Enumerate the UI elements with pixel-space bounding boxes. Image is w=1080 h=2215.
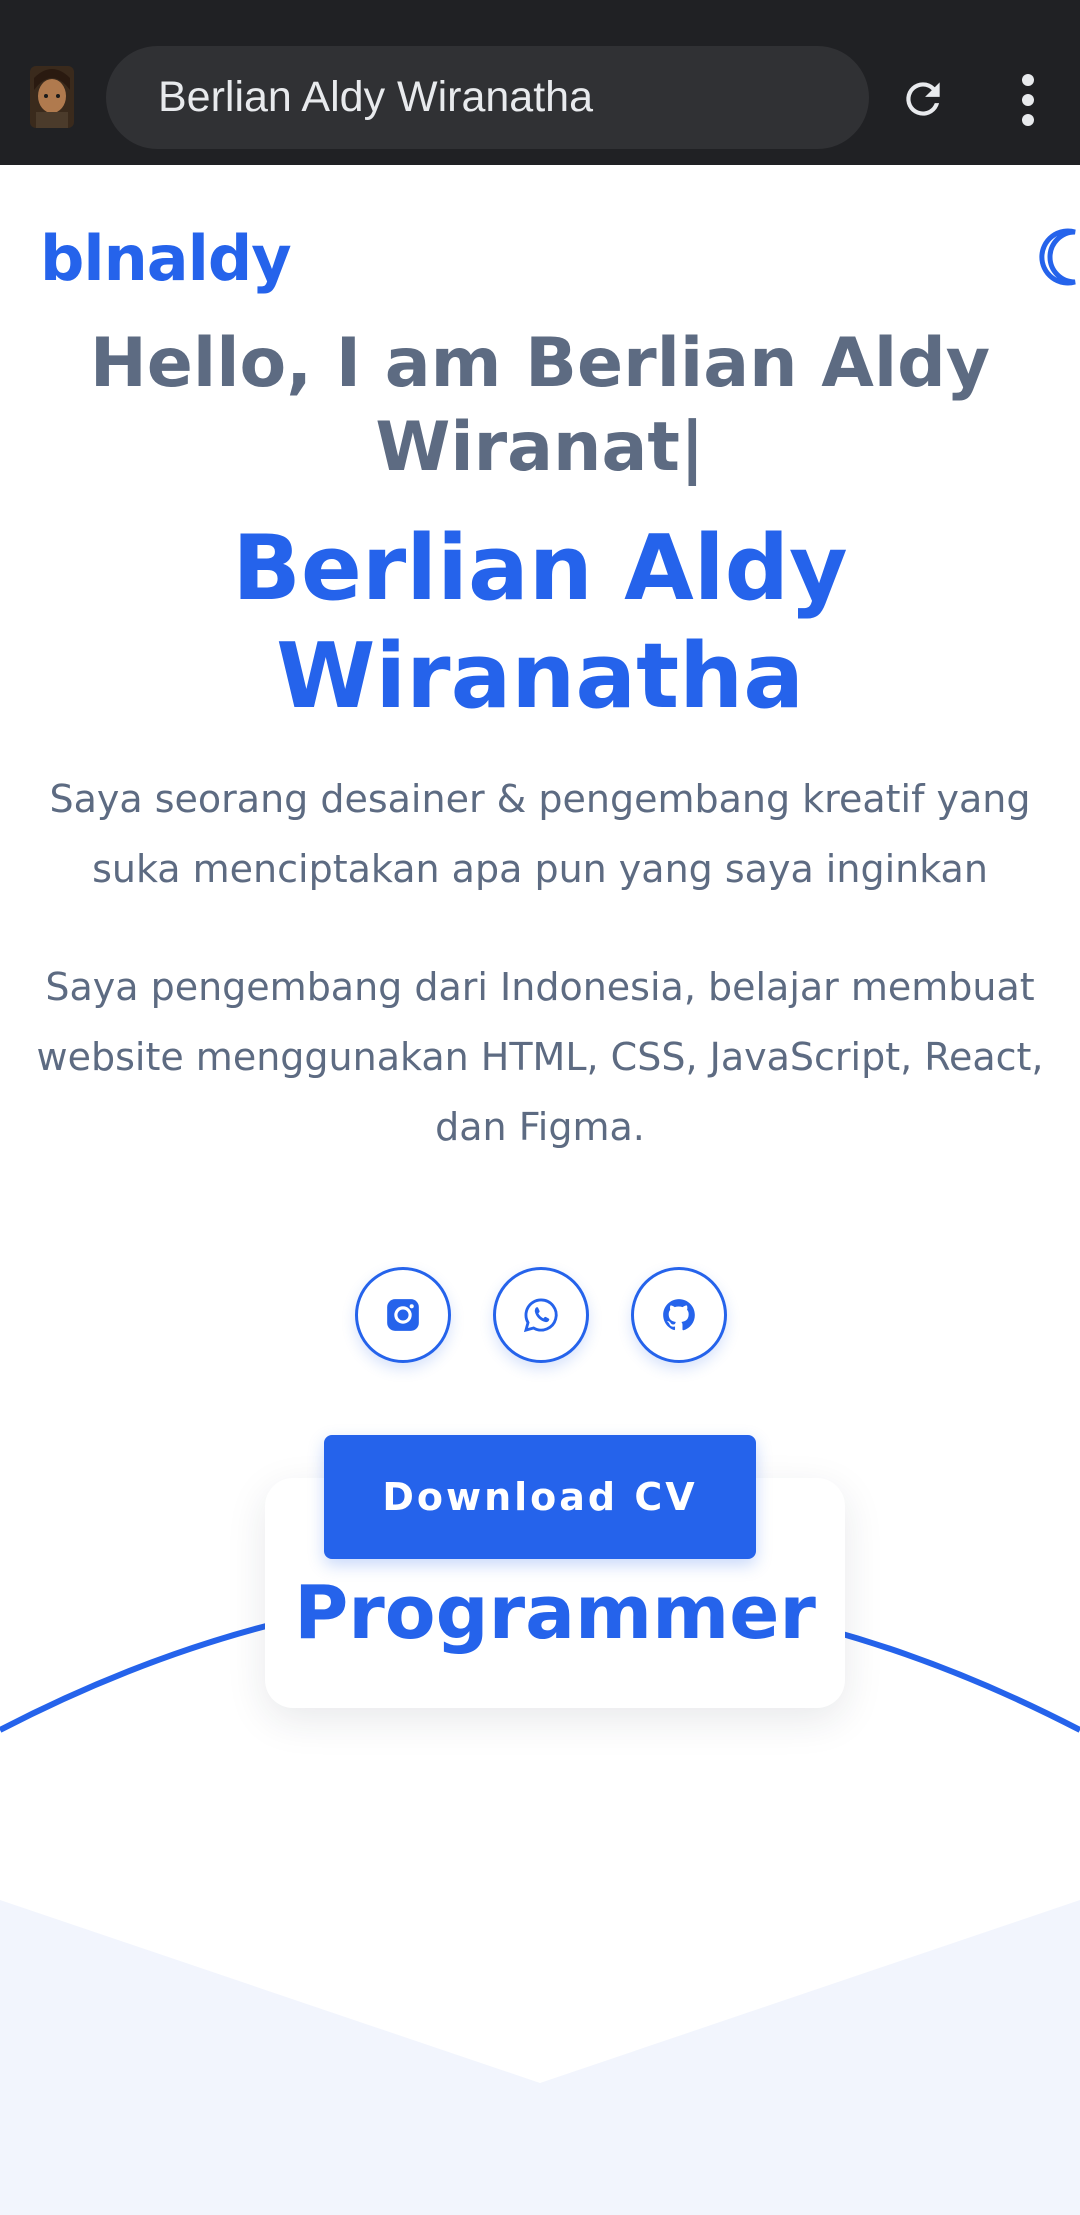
reload-icon[interactable] <box>898 74 948 124</box>
typing-greeting: Hello, I am Berlian Aldy Wiranat| <box>89 324 991 487</box>
intro-text: Saya seorang desainer & pengembang kreat… <box>49 777 1031 891</box>
github-link[interactable] <box>631 1267 727 1363</box>
hero-name: Berlian Aldy Wiranatha <box>232 516 848 729</box>
about-text: Saya pengembang dari Indonesia, belajar … <box>36 965 1044 1149</box>
instagram-link[interactable] <box>355 1267 451 1363</box>
address-bar[interactable]: Berlian Aldy Wiranatha <box>106 46 869 149</box>
whatsapp-icon <box>523 1298 558 1333</box>
role-text: Programmer <box>294 1570 816 1656</box>
github-icon <box>663 1299 695 1331</box>
whatsapp-link[interactable] <box>493 1267 589 1363</box>
download-cv-button[interactable]: Download CV <box>324 1435 756 1559</box>
profile-avatar[interactable] <box>30 66 74 128</box>
more-vert-icon[interactable] <box>1018 72 1038 128</box>
instagram-icon <box>387 1299 419 1331</box>
social-links <box>0 1267 1080 1363</box>
brand-logo[interactable]: blnaldy <box>40 222 292 295</box>
section-divider-shape <box>0 1900 1080 2215</box>
browser-toolbar: Berlian Aldy Wiranatha <box>0 0 1080 165</box>
page-title-in-address-bar: Berlian Aldy Wiranatha <box>158 73 593 121</box>
moon-icon[interactable] <box>1035 226 1080 288</box>
